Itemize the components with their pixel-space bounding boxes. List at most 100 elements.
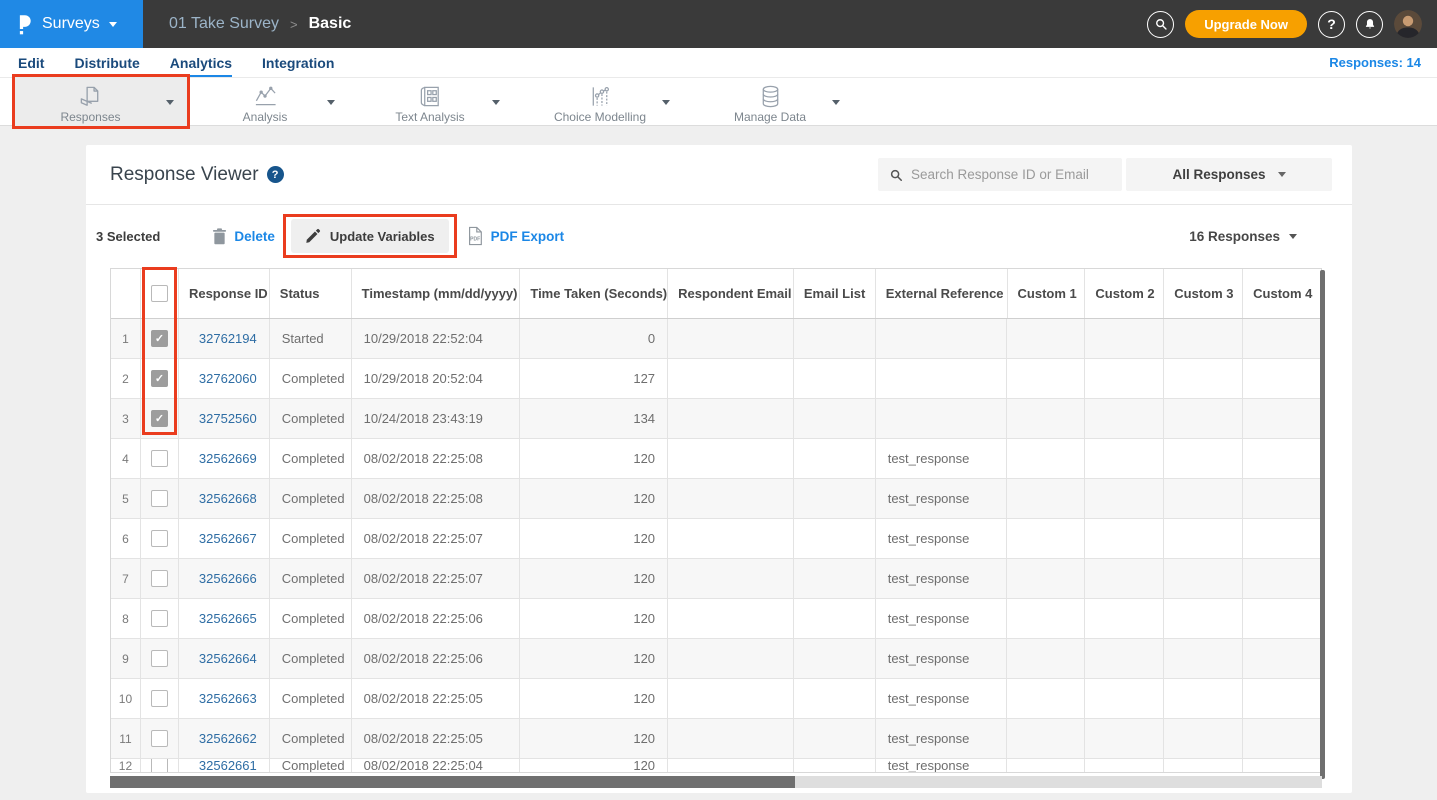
cell-custom3: [1164, 399, 1243, 438]
response-id-link[interactable]: 32562665: [199, 611, 257, 626]
cell-custom1: [1007, 639, 1085, 678]
help-icon[interactable]: ?: [1318, 11, 1345, 38]
upgrade-now-button[interactable]: Upgrade Now: [1185, 10, 1307, 38]
tab-edit[interactable]: Edit: [18, 53, 44, 73]
table-row: 1✓32762194Started10/29/2018 22:52:040: [111, 319, 1321, 359]
pdf-export-button[interactable]: PDF PDF Export: [466, 226, 565, 246]
toolbar-manage-data-button[interactable]: Manage Data: [708, 78, 853, 126]
row-checkbox[interactable]: [151, 690, 168, 707]
row-checkbox[interactable]: [151, 570, 168, 587]
table-row: 432562669Completed08/02/2018 22:25:08120…: [111, 439, 1321, 479]
cell-response-id: 32562665: [179, 599, 270, 638]
row-number: 3: [111, 399, 141, 438]
row-checkbox[interactable]: ✓: [151, 410, 168, 427]
cell-status: Started: [270, 319, 352, 358]
response-id-link[interactable]: 32762060: [199, 371, 257, 386]
cell-status: Completed: [270, 599, 352, 638]
surveys-menu-button[interactable]: Surveys: [0, 0, 143, 48]
breadcrumb: 01 Take Survey > Basic: [169, 15, 351, 33]
svg-text:PDF: PDF: [470, 237, 480, 243]
cell-email-list: [794, 719, 876, 758]
table-body: 1✓32762194Started10/29/2018 22:52:0402✓3…: [111, 319, 1321, 772]
response-id-link[interactable]: 32562668: [199, 491, 257, 506]
cell-email-list: [794, 399, 876, 438]
cell-custom3: [1164, 759, 1243, 772]
manage-data-icon: [758, 84, 783, 109]
response-id-link[interactable]: 32562667: [199, 531, 257, 546]
row-checkbox[interactable]: ✓: [151, 370, 168, 387]
chevron-down-icon[interactable]: [492, 100, 500, 105]
row-checkbox[interactable]: [151, 530, 168, 547]
cell-custom4: [1243, 399, 1321, 438]
breadcrumb-survey-name[interactable]: 01 Take Survey: [169, 15, 279, 33]
toolbar-label: Analysis: [243, 110, 288, 124]
row-checkbox[interactable]: [151, 450, 168, 467]
response-id-link[interactable]: 32562669: [199, 451, 257, 466]
chevron-down-icon[interactable]: [166, 100, 174, 105]
horizontal-scrollbar-thumb[interactable]: [110, 776, 795, 788]
select-all-checkbox[interactable]: [151, 285, 168, 302]
vertical-scrollbar[interactable]: [1320, 270, 1325, 779]
toolbar-label: Text Analysis: [395, 110, 464, 124]
responses-count: Responses: 14: [1329, 55, 1437, 70]
chevron-down-icon[interactable]: [832, 100, 840, 105]
cell-status: Completed: [270, 479, 352, 518]
response-id-link[interactable]: 32562662: [199, 731, 257, 746]
cell-respondent-email: [668, 479, 794, 518]
cell-custom3: [1164, 719, 1243, 758]
cell-time-taken: 120: [520, 639, 668, 678]
tab-integration[interactable]: Integration: [262, 53, 334, 73]
column-label: Custom 2: [1095, 286, 1154, 301]
row-checkbox[interactable]: ✓: [151, 330, 168, 347]
cell-response-id: 32562668: [179, 479, 270, 518]
chevron-down-icon[interactable]: [327, 100, 335, 105]
toolbar-label: Manage Data: [734, 110, 806, 124]
cell-custom2: [1085, 639, 1164, 678]
row-checkbox[interactable]: [151, 610, 168, 627]
analysis-icon: [252, 84, 279, 109]
responses-count-dropdown[interactable]: 16 Responses: [1189, 229, 1297, 244]
cell-custom2: [1085, 359, 1164, 398]
cell-respondent-email: [668, 319, 794, 358]
column-header-email-list: Email List: [794, 269, 876, 318]
horizontal-scrollbar-track[interactable]: [110, 776, 1322, 788]
toolbar-text-analysis-button[interactable]: Text Analysis: [368, 78, 513, 126]
avatar[interactable]: [1394, 10, 1422, 38]
cell-time-taken: 134: [520, 399, 668, 438]
response-id-link[interactable]: 32562664: [199, 651, 257, 666]
response-search-input[interactable]: [911, 167, 1111, 182]
row-checkbox[interactable]: [151, 759, 168, 772]
cell-time-taken: 120: [520, 559, 668, 598]
toolbar-responses-button[interactable]: Responses: [15, 78, 187, 126]
response-id-link[interactable]: 32562666: [199, 571, 257, 586]
column-label: Response ID: [189, 286, 268, 301]
bell-icon[interactable]: [1356, 11, 1383, 38]
response-filter-dropdown[interactable]: All Responses: [1126, 158, 1332, 191]
table-header-row: Response IDStatusTimestamp (mm/dd/yyyy)T…: [111, 269, 1321, 319]
update-variables-button[interactable]: Update Variables: [291, 219, 449, 253]
tab-analytics[interactable]: Analytics: [170, 53, 232, 73]
chevron-down-icon: [1278, 172, 1286, 177]
response-id-link[interactable]: 32762194: [199, 331, 257, 346]
response-id-link[interactable]: 32562663: [199, 691, 257, 706]
cell-custom2: [1085, 399, 1164, 438]
cell-custom3: [1164, 679, 1243, 718]
toolbar-choice-modelling-button[interactable]: Choice Modelling: [538, 78, 683, 126]
chevron-down-icon[interactable]: [662, 100, 670, 105]
cell-custom4: [1243, 679, 1321, 718]
row-checkbox[interactable]: [151, 730, 168, 747]
row-checkbox[interactable]: [151, 650, 168, 667]
search-icon[interactable]: [1147, 11, 1174, 38]
help-badge-icon[interactable]: ?: [267, 166, 284, 183]
cell-time-taken: 0: [520, 319, 668, 358]
response-id-link[interactable]: 32562661: [199, 759, 257, 772]
row-checkbox[interactable]: [151, 490, 168, 507]
toolbar-analysis-button[interactable]: Analysis: [203, 78, 348, 126]
response-id-link[interactable]: 32752560: [199, 411, 257, 426]
column-label: Email List: [804, 286, 865, 301]
delete-button[interactable]: Delete: [212, 228, 275, 245]
tab-distribute[interactable]: Distribute: [74, 53, 139, 73]
cell-custom4: [1243, 359, 1321, 398]
cell-custom4: [1243, 719, 1321, 758]
cell-response-id: 32762194: [179, 319, 270, 358]
